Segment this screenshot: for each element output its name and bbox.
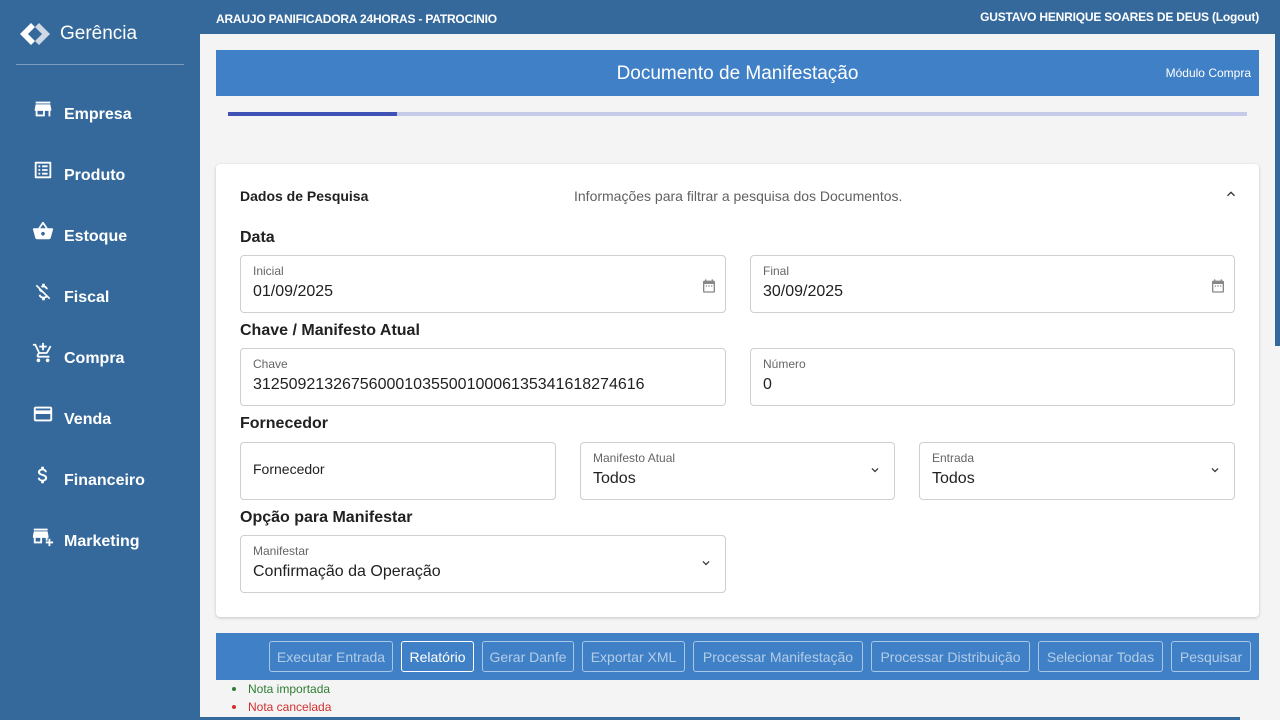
- section-opcao: Opção para Manifestar: [240, 509, 413, 526]
- add-business-icon: [32, 528, 54, 547]
- pesquisar-button[interactable]: Pesquisar: [1171, 641, 1251, 672]
- field-label: Inicial: [253, 264, 284, 278]
- sidebar-item-label: Financeiro: [64, 472, 145, 489]
- dollar-icon: [37, 466, 48, 484]
- sidebar-item-produto[interactable]: Produto: [32, 161, 192, 191]
- sidebar-item-empresa[interactable]: Empresa: [32, 100, 192, 130]
- sidebar-item-compra[interactable]: Compra: [32, 342, 192, 374]
- field-value: Confirmação da Operação: [253, 563, 441, 580]
- field-label: Final: [763, 264, 790, 278]
- sidebar-item-label: Empresa: [64, 106, 132, 123]
- relatorio-button[interactable]: Relatório: [401, 641, 474, 672]
- money-off-icon: [35, 283, 51, 301]
- numero-field[interactable]: Número 0: [750, 348, 1235, 406]
- field-value: 0: [763, 376, 772, 393]
- search-panel: Dados de Pesquisa Informações para filtr…: [216, 164, 1259, 617]
- processar-manifestacao-button[interactable]: Processar Manifestação: [693, 641, 863, 672]
- action-toolbar: Executar Entrada Relatório Gerar Danfe E…: [216, 633, 1259, 680]
- divider: [16, 64, 184, 65]
- sidebar-item-label: Compra: [64, 350, 125, 367]
- panel-title: Dados de Pesquisa: [240, 188, 369, 204]
- legend-item-cancelled: Nota cancelada: [232, 700, 331, 714]
- legend-dot: [232, 705, 236, 709]
- legend-dot: [232, 687, 236, 691]
- sidebar: Gerência Empresa Produto Estoque Fiscal …: [0, 0, 200, 720]
- final-date-field[interactable]: Final 30/09/2025: [750, 255, 1235, 313]
- calendar-icon[interactable]: [1210, 278, 1226, 294]
- field-label: Entrada: [932, 451, 975, 465]
- field-label: Manifestar: [253, 544, 310, 558]
- chevron-down-icon: [1211, 468, 1219, 473]
- field-value: 30/09/2025: [763, 283, 844, 300]
- initial-date-field[interactable]: Inicial 01/09/2025: [240, 255, 726, 313]
- executar-entrada-button[interactable]: Executar Entrada: [269, 641, 393, 672]
- entrada-select[interactable]: Entrada Todos: [919, 442, 1235, 500]
- exportar-xml-button[interactable]: Exportar XML: [582, 641, 685, 672]
- section-fornecedor: Fornecedor: [240, 415, 329, 432]
- selecionar-todas-button[interactable]: Selecionar Todas: [1038, 641, 1163, 672]
- sidebar-item-label: Venda: [64, 411, 112, 428]
- sidebar-item-label: Estoque: [64, 228, 128, 245]
- field-value: 01/09/2025: [253, 283, 334, 300]
- section-data: Data: [240, 229, 275, 246]
- scrollbar-thumb[interactable]: [1275, 34, 1280, 346]
- sidebar-item-estoque[interactable]: Estoque: [32, 221, 192, 252]
- section-chave: Chave / Manifesto Atual: [240, 322, 420, 339]
- module-label: Módulo Compra: [1165, 66, 1251, 80]
- list-icon: [34, 161, 52, 179]
- add-cart-icon: [32, 342, 52, 363]
- field-label: Número: [763, 357, 806, 371]
- panel-description: Informações para filtrar a pesquisa dos …: [574, 188, 903, 204]
- brand-name: Gerência: [60, 23, 138, 44]
- page-title: Documento de Manifestação: [616, 63, 859, 84]
- stepper-progress: [228, 112, 1247, 116]
- legend-item-imported: Nota importada: [232, 682, 330, 696]
- credit-card-icon: [33, 406, 53, 422]
- legend-label: Nota cancelada: [248, 700, 332, 714]
- field-value: 3125092132675600010355001000613534161827…: [253, 376, 645, 393]
- company-name: ARAUJO PANIFICADORA 24HORAS - PATROCINIO: [216, 12, 497, 26]
- manifestar-select[interactable]: Manifestar Confirmação da Operação: [240, 535, 726, 593]
- topbar: ARAUJO PANIFICADORA 24HORAS - PATROCINIO…: [200, 0, 1280, 34]
- sidebar-item-venda[interactable]: Venda: [32, 405, 192, 435]
- brand[interactable]: Gerência: [16, 18, 137, 50]
- chave-field[interactable]: Chave 3125092132675600010355001000613534…: [240, 348, 726, 406]
- field-placeholder: Fornecedor: [253, 461, 325, 477]
- progress-fill: [228, 112, 398, 116]
- chevron-up-icon[interactable]: [1223, 186, 1239, 202]
- chevron-down-icon: [702, 561, 710, 566]
- sidebar-item-fiscal[interactable]: Fiscal: [32, 283, 192, 313]
- sidebar-item-label: Marketing: [64, 533, 140, 550]
- sidebar-item-label: Produto: [64, 167, 126, 184]
- gerar-danfe-button[interactable]: Gerar Danfe: [482, 641, 574, 672]
- field-value: Todos: [593, 470, 636, 487]
- field-label: Chave: [253, 357, 288, 371]
- processar-distribuicao-button[interactable]: Processar Distribuição: [871, 641, 1030, 672]
- user-logout-link[interactable]: GUSTAVO HENRIQUE SOARES DE DEUS (Logout): [980, 10, 1259, 24]
- sidebar-item-marketing[interactable]: Marketing: [32, 527, 192, 557]
- chevron-down-icon: [871, 468, 879, 473]
- store-icon: [34, 101, 52, 117]
- basket-icon: [32, 221, 54, 240]
- sidebar-item-label: Fiscal: [64, 289, 110, 306]
- fornecedor-field[interactable]: Fornecedor: [240, 442, 556, 500]
- legend-label: Nota importada: [248, 682, 331, 696]
- sidebar-item-financeiro[interactable]: Financeiro: [32, 466, 192, 496]
- field-label: Manifesto Atual: [593, 451, 676, 465]
- field-value: Todos: [932, 470, 975, 487]
- calendar-icon[interactable]: [701, 278, 717, 294]
- brand-logo-icon: [20, 23, 50, 45]
- page-header: Documento de Manifestação Módulo Compra: [216, 50, 1259, 96]
- manifesto-atual-select[interactable]: Manifesto Atual Todos: [580, 442, 895, 500]
